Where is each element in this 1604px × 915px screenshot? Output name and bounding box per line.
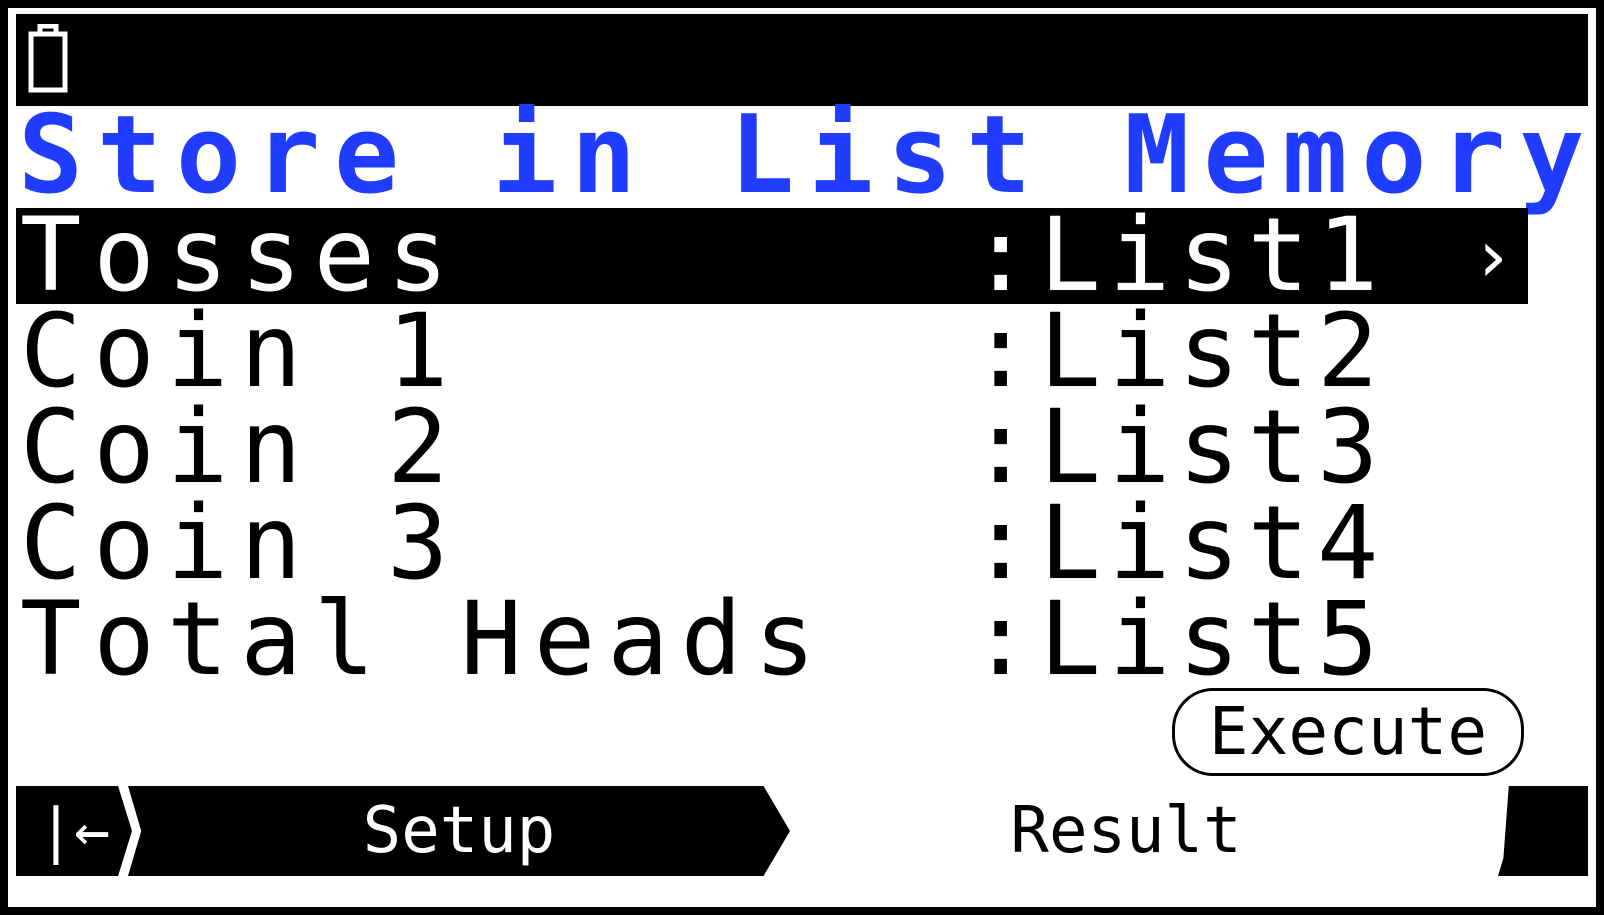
list-item-value: :List2 <box>970 292 1387 411</box>
execute-button[interactable]: Execute <box>1172 688 1524 776</box>
list-item-coin-3[interactable]: Coin 3 :List4 <box>16 484 1528 603</box>
list-item-label: Total Heads <box>20 580 828 699</box>
page-title: Store in List Memory <box>18 93 1596 218</box>
list-item-value: :List1 <box>970 196 1387 315</box>
list-item-value: :List3 <box>970 388 1387 507</box>
list-item-coin-1[interactable]: Coin 1 :List2 <box>16 292 1528 411</box>
list-item-value: :List4 <box>970 484 1387 603</box>
list-item-label: Coin 1 <box>20 292 461 411</box>
list-item-coin-2[interactable]: Coin 2 :List3 <box>16 388 1528 507</box>
back-to-start-icon[interactable]: |← <box>16 786 132 876</box>
tab-result[interactable]: Result <box>976 786 1276 876</box>
list-item-value: :List5 <box>970 580 1387 699</box>
list-memory-rows: Tosses :List1 › Coin 1 :List2 Coin 2 :Li… <box>16 196 1528 699</box>
list-item-label: Coin 2 <box>20 388 461 507</box>
list-item-tosses[interactable]: Tosses :List1 › <box>16 196 1528 315</box>
list-item-label: Coin 3 <box>20 484 461 603</box>
tab-setup[interactable]: Setup <box>128 786 790 876</box>
tab-corner-marker <box>1498 786 1588 876</box>
battery-icon <box>28 24 68 93</box>
calculator-screen: Store in List Memory Tosses :List1 › Coi… <box>8 8 1596 907</box>
chevron-right-icon: › <box>1470 214 1514 298</box>
list-item-label: Tosses <box>20 196 461 315</box>
tab-bar: |← Setup Result <box>16 786 1588 876</box>
list-item-total-heads[interactable]: Total Heads :List5 <box>16 580 1528 699</box>
